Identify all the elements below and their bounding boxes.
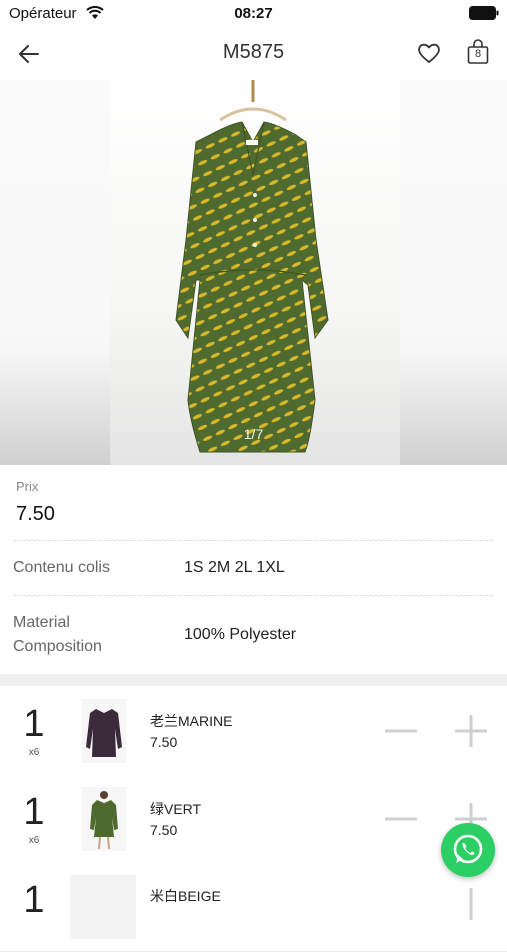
section-separator (0, 674, 507, 686)
increase-quantity-button[interactable] (454, 887, 488, 921)
variant-quantity: 1 (23, 703, 45, 745)
product-gallery[interactable]: 1/7 (0, 80, 507, 465)
product-photo (110, 80, 400, 465)
variant-thumbnail-beige (70, 875, 136, 939)
gallery-counter: 1/7 (243, 426, 264, 442)
divider (13, 595, 493, 596)
nav-bar: M5875 8 (0, 28, 507, 80)
material-label: Material Composition (13, 614, 102, 655)
variant-name: 米白BEIGE (150, 888, 221, 904)
price-label: Prix (16, 479, 39, 494)
heart-icon[interactable] (416, 40, 442, 66)
variant-row-vert: 1 x6 绿VERT 7.50 (0, 775, 507, 864)
decrease-quantity-button[interactable] (384, 807, 418, 831)
variant-row-beige: 1 米白BEIGE (0, 863, 507, 952)
gallery-prev-image (0, 80, 110, 465)
whatsapp-button[interactable] (441, 823, 495, 877)
status-bar: Opérateur 08:27 (0, 0, 507, 28)
material-value: 100% Polyester (184, 626, 297, 643)
variant-price: 7.50 (150, 734, 178, 750)
variant-name: 老兰MARINE (150, 713, 233, 729)
whatsapp-icon (453, 834, 483, 864)
variant-multiplier: x6 (28, 747, 40, 758)
variant-quantity: 1 (23, 879, 45, 921)
battery-icon (469, 6, 499, 20)
gallery-next-image (400, 80, 507, 465)
pack-content-label: Contenu colis (13, 559, 110, 576)
variant-multiplier: x6 (28, 835, 40, 846)
variant-thumbnail-vert (82, 787, 126, 851)
price-value: 7.50 (16, 503, 55, 525)
pack-content-value: 1S 2M 2L 1XL (184, 559, 285, 576)
variant-row-marine: 1 x6 老兰MARINE 7.50 (0, 687, 507, 776)
divider (13, 540, 493, 541)
increase-quantity-button[interactable] (454, 714, 488, 748)
variant-name: 绿VERT (150, 801, 202, 817)
cart-count-badge: 8 (474, 48, 482, 60)
variant-quantity: 1 (23, 791, 45, 833)
dress-image (175, 80, 329, 453)
clock: 08:27 (234, 5, 273, 22)
variant-thumbnail-marine (82, 699, 126, 763)
variant-price: 7.50 (150, 822, 178, 838)
decrease-quantity-button[interactable] (384, 719, 418, 743)
